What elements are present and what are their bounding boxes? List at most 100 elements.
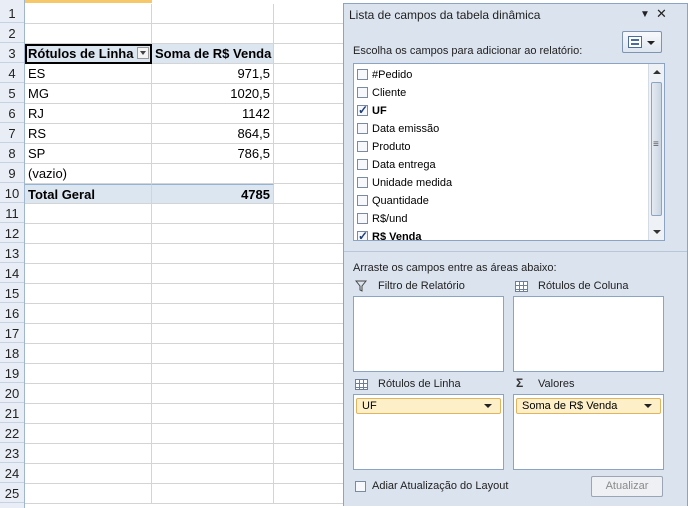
- value-cell[interactable]: 786,5: [152, 144, 274, 164]
- update-button[interactable]: Atualizar: [591, 476, 663, 497]
- cell[interactable]: [25, 484, 152, 504]
- cell[interactable]: [274, 444, 343, 464]
- field-item-unidade-medida[interactable]: Unidade medida: [357, 175, 647, 193]
- cell[interactable]: [274, 344, 343, 364]
- cell[interactable]: [152, 464, 274, 484]
- cell[interactable]: [25, 384, 152, 404]
- row-labels-header-cell[interactable]: Rótulos de Linha: [25, 44, 152, 64]
- cell[interactable]: [152, 424, 274, 444]
- row-number[interactable]: 23: [0, 444, 24, 463]
- sum-header-cell[interactable]: Soma de R$ Venda: [152, 44, 274, 64]
- field-item-data-entrega[interactable]: Data entrega: [357, 157, 647, 175]
- cell[interactable]: [274, 284, 343, 304]
- value-cell[interactable]: 864,5: [152, 124, 274, 144]
- field-item-rs-venda[interactable]: R$ Venda: [357, 228, 647, 240]
- row-number[interactable]: 21: [0, 404, 24, 423]
- cell[interactable]: [274, 424, 343, 444]
- row-label-cell[interactable]: (vazio): [25, 164, 152, 184]
- cell[interactable]: [25, 304, 152, 324]
- field-checkbox-checked[interactable]: [357, 228, 368, 240]
- cell[interactable]: [274, 24, 343, 44]
- chevron-down-icon[interactable]: [644, 404, 652, 408]
- cell[interactable]: [274, 364, 343, 384]
- field-checkbox[interactable]: [357, 87, 368, 98]
- field-checkbox[interactable]: [357, 123, 368, 134]
- field-checkbox[interactable]: [357, 69, 368, 80]
- cell[interactable]: [25, 404, 152, 424]
- field-checkbox[interactable]: [357, 213, 368, 224]
- cell[interactable]: [152, 224, 274, 244]
- cell[interactable]: [274, 144, 343, 164]
- cell[interactable]: [152, 444, 274, 464]
- value-cell[interactable]: [152, 164, 274, 184]
- cell[interactable]: [274, 224, 343, 244]
- scroll-up-icon[interactable]: [653, 70, 661, 74]
- cell[interactable]: [25, 264, 152, 284]
- cell[interactable]: [152, 484, 274, 504]
- field-checkbox[interactable]: [357, 195, 368, 206]
- row-label-cell[interactable]: SP: [25, 144, 152, 164]
- field-checkbox[interactable]: [357, 141, 368, 152]
- cell[interactable]: [152, 24, 274, 44]
- filter-dropdown-button[interactable]: [137, 47, 149, 59]
- cell[interactable]: [274, 304, 343, 324]
- cell[interactable]: [25, 224, 152, 244]
- row-number[interactable]: 13: [0, 244, 24, 263]
- cell[interactable]: [152, 204, 274, 224]
- cell[interactable]: [152, 304, 274, 324]
- row-number[interactable]: 8: [0, 144, 24, 163]
- row-number[interactable]: 4: [0, 64, 24, 83]
- cell[interactable]: [274, 4, 343, 24]
- cell[interactable]: [25, 244, 152, 264]
- value-cell[interactable]: 1142: [152, 104, 274, 124]
- row-number[interactable]: 24: [0, 464, 24, 483]
- cell[interactable]: [274, 264, 343, 284]
- cell[interactable]: [152, 244, 274, 264]
- row-number[interactable]: 16: [0, 304, 24, 323]
- row-label-cell[interactable]: MG: [25, 84, 152, 104]
- cell[interactable]: [25, 4, 152, 24]
- cell[interactable]: [152, 324, 274, 344]
- row-label-cell[interactable]: ES: [25, 64, 152, 84]
- row-number[interactable]: 22: [0, 424, 24, 443]
- row-number[interactable]: 9: [0, 164, 24, 183]
- row-number[interactable]: 7: [0, 124, 24, 143]
- field-list-scrollbar[interactable]: [648, 64, 664, 240]
- field-item-produto[interactable]: Produto: [357, 139, 647, 157]
- value-cell[interactable]: 1020,5: [152, 84, 274, 104]
- cell[interactable]: [152, 384, 274, 404]
- row-label-cell[interactable]: RS: [25, 124, 152, 144]
- pane-options-dropdown-icon[interactable]: ▼: [640, 9, 650, 20]
- close-icon[interactable]: ✕: [656, 6, 667, 22]
- row-number[interactable]: 10: [0, 184, 24, 203]
- total-value-cell[interactable]: 4785: [152, 184, 274, 204]
- field-checkbox[interactable]: [357, 159, 368, 170]
- cell[interactable]: [25, 444, 152, 464]
- cell[interactable]: [274, 464, 343, 484]
- cell[interactable]: [25, 324, 152, 344]
- field-item-rs-und[interactable]: R$/und: [357, 211, 647, 229]
- cell[interactable]: [152, 364, 274, 384]
- row-number[interactable]: 1: [0, 4, 24, 23]
- value-cell[interactable]: 971,5: [152, 64, 274, 84]
- cell[interactable]: [274, 324, 343, 344]
- field-item-cliente[interactable]: Cliente: [357, 85, 647, 103]
- layout-options-button[interactable]: [622, 31, 662, 53]
- row-number[interactable]: 18: [0, 344, 24, 363]
- field-item-data-emissao[interactable]: Data emissão: [357, 121, 647, 139]
- row-number[interactable]: 5: [0, 84, 24, 103]
- field-item-pedido[interactable]: #Pedido: [357, 67, 647, 85]
- cell[interactable]: [274, 84, 343, 104]
- value-field-pill[interactable]: Soma de R$ Venda: [516, 398, 661, 414]
- cell[interactable]: [25, 364, 152, 384]
- total-label-cell[interactable]: Total Geral: [25, 184, 152, 204]
- cell[interactable]: [274, 184, 343, 204]
- row-number[interactable]: 19: [0, 364, 24, 383]
- row-labels-area[interactable]: UF: [353, 394, 504, 470]
- row-number[interactable]: 3: [0, 44, 24, 63]
- cell[interactable]: [152, 4, 274, 24]
- cell[interactable]: [25, 344, 152, 364]
- cell[interactable]: [25, 284, 152, 304]
- cell[interactable]: [274, 404, 343, 424]
- report-filter-area[interactable]: [353, 296, 504, 372]
